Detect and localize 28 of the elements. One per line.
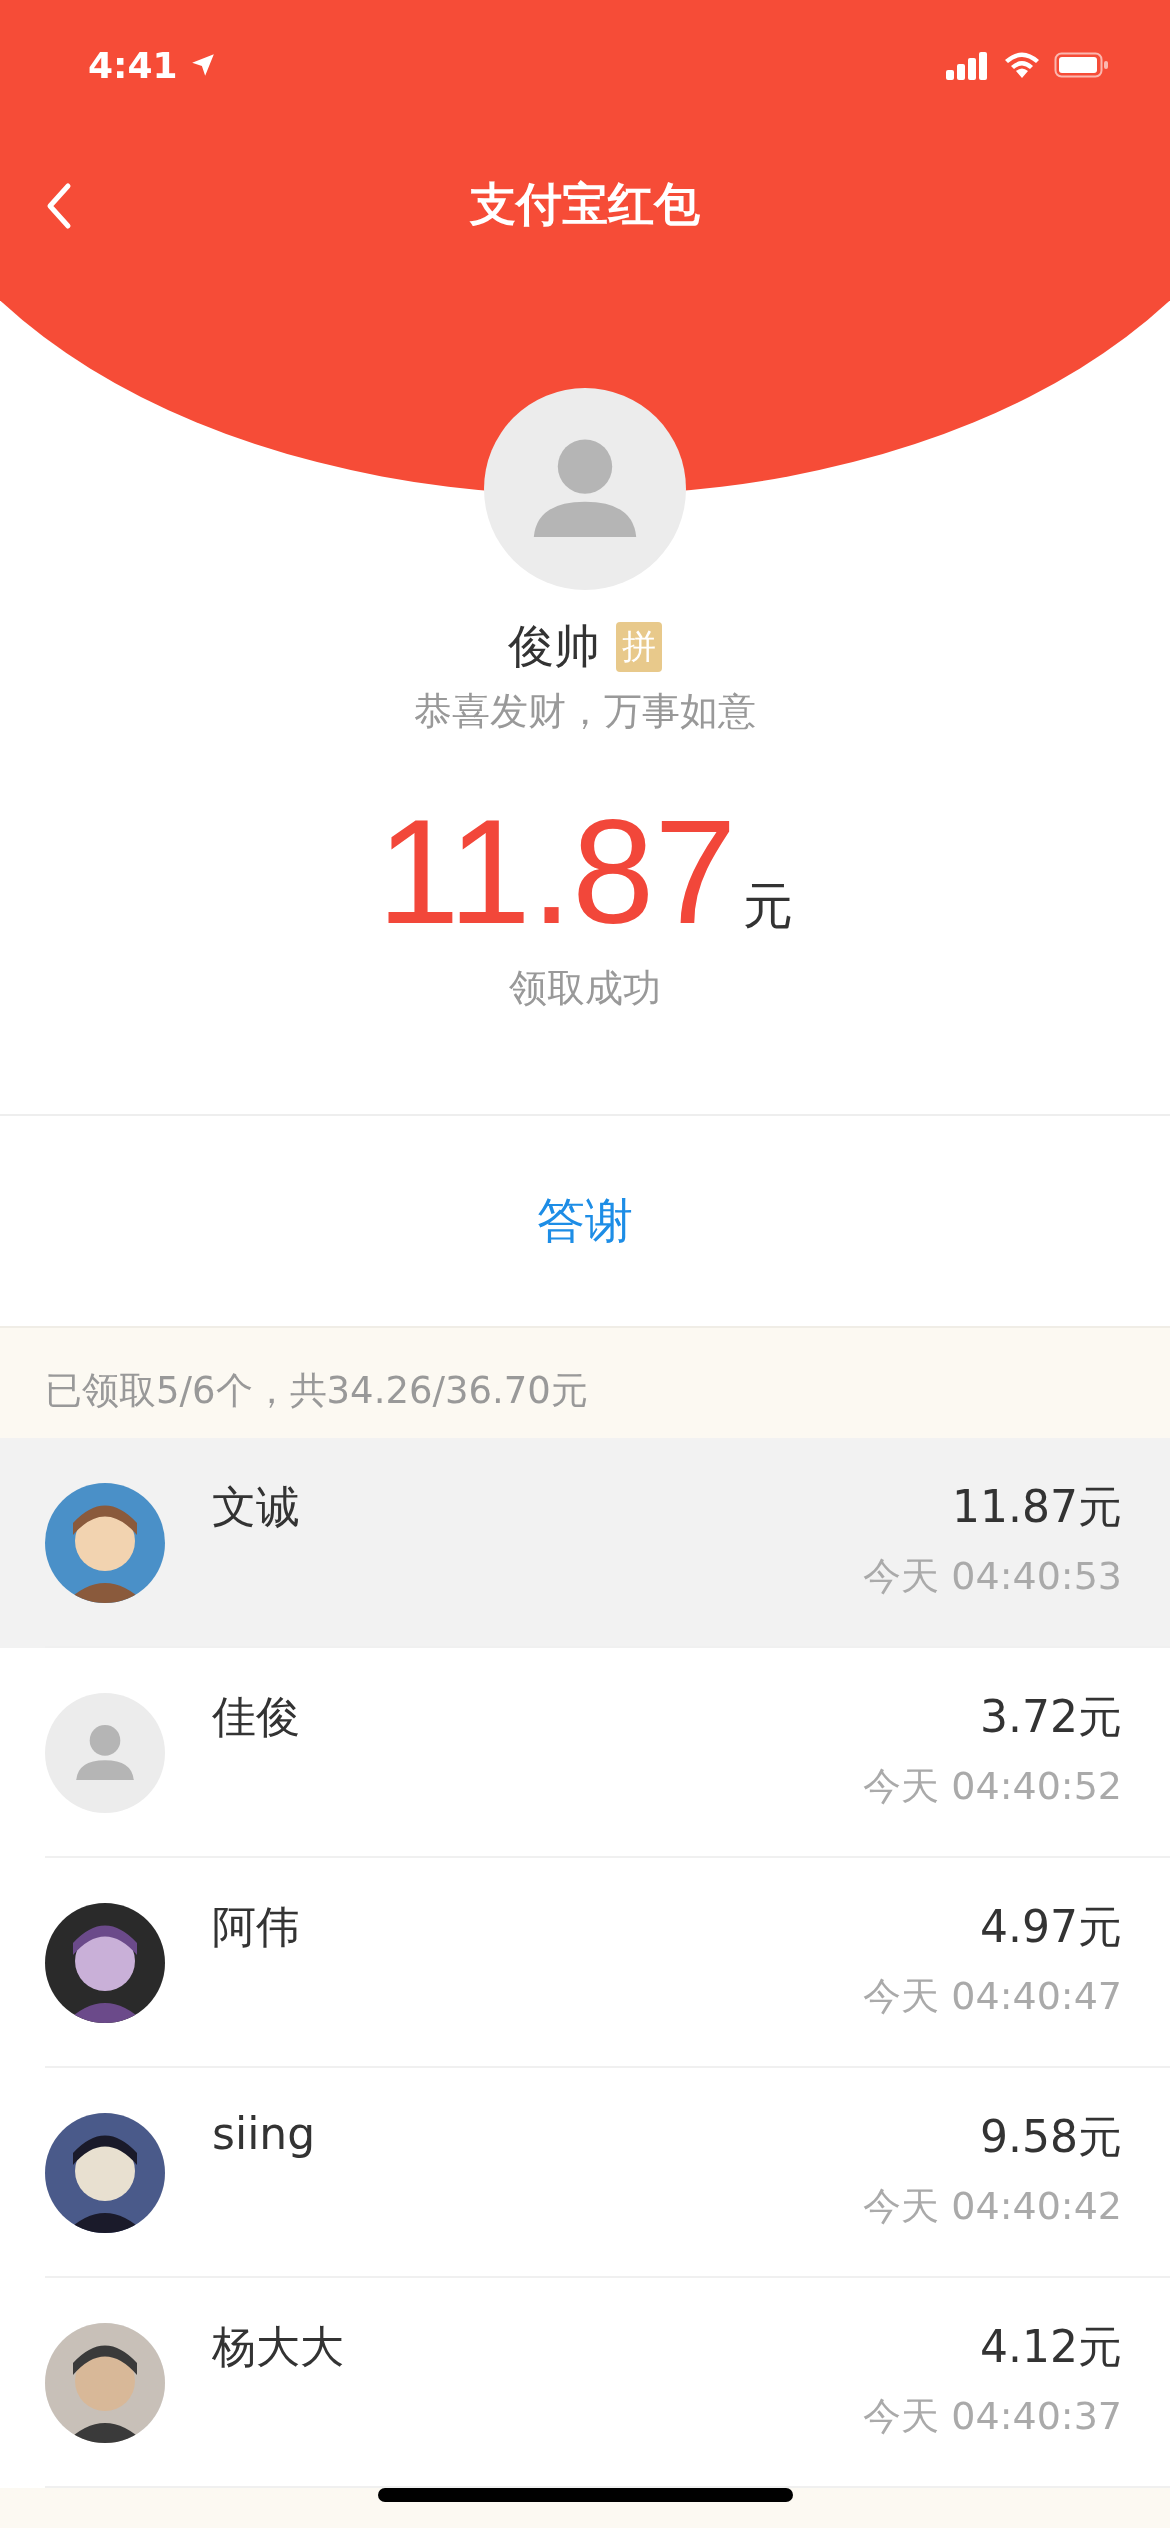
amount-value: 11.87 [377,788,737,956]
group-badge: 拼 [616,622,662,672]
amount-unit: 元 [742,876,793,937]
thanks-button[interactable]: 答谢 [531,1116,639,1326]
recipient-name: 文诚 [212,1480,300,1534]
recipient-name: siing [212,2108,316,2159]
recipient-name: 阿伟 [212,1900,300,1954]
receive-status: 领取成功 [509,965,661,1012]
recipient-name: 佳俊 [212,1690,300,1744]
greeting-text: 恭喜发财，万事如意 [414,688,756,735]
recipient-amount: 11.87元 [952,1480,1122,1534]
status-time: 4:41 [88,44,178,86]
recipient-time: 今天 04:40:42 [863,2183,1122,2230]
sender-name: 俊帅 [508,618,600,675]
recipient-amount: 4.12元 [980,2320,1122,2374]
battery-icon [1054,50,1110,80]
recipient-amount: 9.58元 [980,2110,1122,2164]
recipient-time: 今天 04:40:53 [863,1553,1122,1600]
recipient-time: 今天 04:40:47 [863,1973,1122,2020]
recipient-row[interactable]: 文诚 11.87元 今天 04:40:53 [0,1438,1170,1648]
recipient-amount: 3.72元 [980,1690,1122,1744]
recipient-amount: 4.97元 [980,1900,1122,1954]
recipient-time: 今天 04:40:52 [863,1763,1122,1810]
signal-icon [946,50,990,80]
recipient-name: 杨大大 [212,2320,344,2374]
summary-text: 已领取5/6个，共34.26/36.70元 [45,1369,588,1412]
recipient-time: 今天 04:40:37 [863,2393,1122,2440]
page-title: 支付宝红包 [470,176,700,233]
